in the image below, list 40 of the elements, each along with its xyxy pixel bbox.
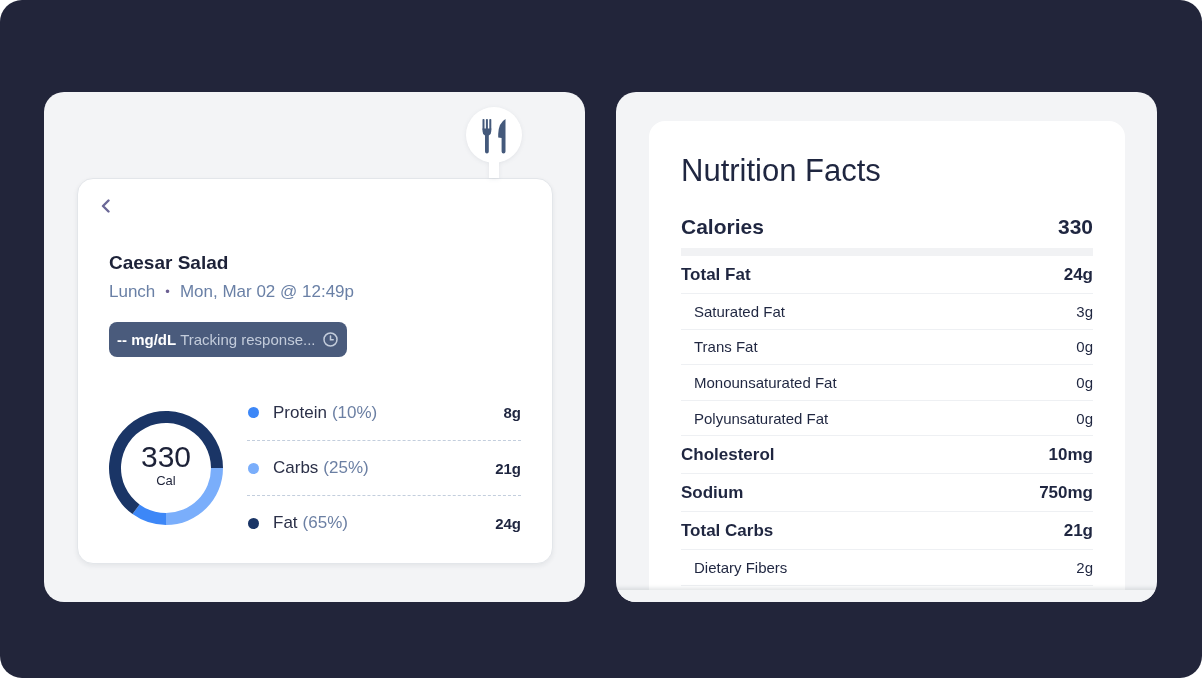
nutrient-label: Cholesterol <box>681 444 775 465</box>
nutrient-value: 750mg <box>1039 482 1093 503</box>
nutrition-title: Nutrition Facts <box>681 153 882 189</box>
nutrient-value: 330 <box>1057 214 1093 239</box>
chevron-left-icon <box>100 199 110 213</box>
macro-share: (65%) <box>302 513 348 533</box>
nutrient-label: Sodium <box>681 482 744 503</box>
macro-amount: 24g <box>495 514 521 532</box>
separator-dot: • <box>165 283 170 301</box>
nutrient-value: 0g <box>1076 374 1093 391</box>
calorie-total: 330 <box>140 441 192 473</box>
nutrient-value: 2g <box>1076 559 1093 577</box>
macro-name: Protein <box>273 402 327 423</box>
nutrient-label: Calories <box>681 214 764 239</box>
nutrient-label: Monounsaturated Fat <box>694 374 837 391</box>
nutrient-label: Total Carbs <box>681 520 774 541</box>
meal-type: Lunch <box>109 281 156 303</box>
macro-share: (25%) <box>323 458 369 478</box>
macro-name: Carbs <box>273 458 319 478</box>
nutrient-value: 10mg <box>1048 444 1093 465</box>
nutrient-value: 0g <box>1076 338 1093 356</box>
meal-title: Caesar Salad <box>109 251 229 275</box>
macro-share: (10%) <box>331 402 378 423</box>
nutrient-label: Polyunsaturated Fat <box>694 409 829 427</box>
nutrient-label: Saturated Fat <box>694 302 785 320</box>
meal-datetime: Mon, Mar 02 @ 12:49p <box>179 281 355 303</box>
calorie-unit: Cal <box>156 473 176 488</box>
tracking-status: Tracking response... <box>180 331 316 348</box>
nutrient-value: 0g <box>1076 409 1093 427</box>
nutrient-label: Trans Fat <box>694 338 758 356</box>
macro-name: Fat <box>273 513 298 533</box>
macro-amount: 8g <box>503 404 521 421</box>
nutrient-label: Dietary Fibers <box>694 559 788 577</box>
nutrient-value: 21g <box>1063 520 1093 541</box>
nutrient-value: 24g <box>1063 264 1093 285</box>
nutrient-label: Total Fat <box>681 264 751 285</box>
clock-icon <box>322 332 338 347</box>
nutrient-value: 3g <box>1076 302 1093 320</box>
glucose-reading: -- mg/dL <box>117 331 177 348</box>
macro-amount: 21g <box>495 459 521 477</box>
